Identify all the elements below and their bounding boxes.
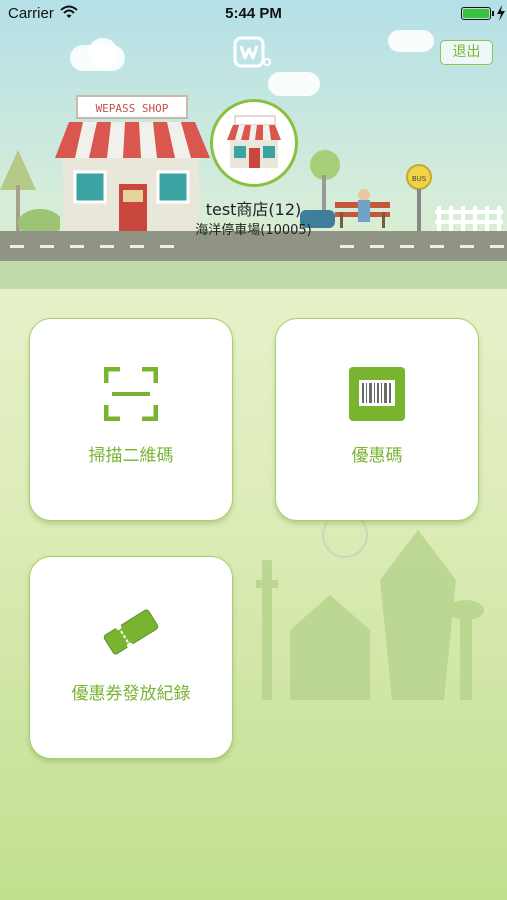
road-marking <box>400 245 414 248</box>
status-time: 5:44 PM <box>225 5 282 22</box>
charging-icon <box>497 5 505 21</box>
road-marking <box>490 245 504 248</box>
road-marking <box>340 245 354 248</box>
cloud-decoration <box>388 30 434 52</box>
road-marking <box>430 245 444 248</box>
coupon-code-tile[interactable]: 優惠碼 <box>275 318 479 521</box>
cloud-decoration <box>88 38 118 68</box>
road-marking <box>370 245 384 248</box>
logout-button[interactable]: 退出 <box>440 40 493 65</box>
battery-tip <box>492 11 494 16</box>
store-icon <box>227 115 281 168</box>
store-avatar <box>210 99 298 187</box>
grass-strip <box>0 261 507 289</box>
battery-icon <box>461 7 491 20</box>
shop-sign-text: WEPASS SHOP <box>96 102 169 115</box>
scan-qr-code-tile[interactable]: 掃描二維碼 <box>29 318 233 521</box>
road-marking <box>160 245 174 248</box>
scan-qr-code-label: 掃描二維碼 <box>88 446 174 466</box>
road-marking <box>70 245 84 248</box>
coupon-code-label: 優惠碼 <box>351 446 403 466</box>
qr-scan-icon <box>104 367 158 421</box>
coupon-records-tile[interactable]: 優惠券發放紀錄 <box>29 556 233 759</box>
road-marking <box>130 245 144 248</box>
store-location: 海洋停車場(10005) <box>195 223 312 238</box>
city-landmark-decoration <box>256 520 484 700</box>
bus-sign-text: BUS <box>412 175 427 183</box>
status-bar: Carrier 5:44 PM <box>0 0 507 28</box>
road-marking <box>460 245 474 248</box>
road-marking <box>100 245 114 248</box>
coupon-ticket-icon <box>103 609 159 655</box>
app-logo-icon <box>233 36 271 68</box>
road-marking <box>40 245 54 248</box>
coupon-records-label: 優惠券發放紀錄 <box>71 684 191 704</box>
store-name: test商店(12) <box>205 200 302 219</box>
road-marking <box>10 245 24 248</box>
barcode-icon <box>349 367 405 421</box>
cloud-decoration <box>268 72 320 96</box>
